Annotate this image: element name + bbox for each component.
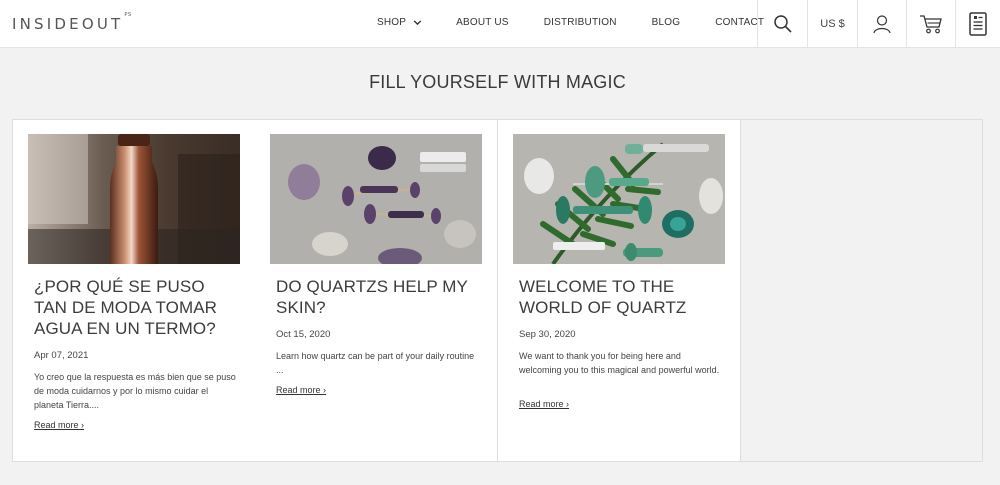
- post-title[interactable]: DO QUARTZS HELP MY SKIN?: [276, 276, 481, 318]
- read-more-link[interactable]: Read more ›: [519, 399, 569, 409]
- search-icon[interactable]: [773, 14, 793, 34]
- post-date: Oct 15, 2020: [276, 329, 331, 340]
- read-more-link[interactable]: Read more ›: [34, 420, 84, 430]
- post-excerpt: Yo creo que la respuesta es más bien que…: [34, 372, 236, 410]
- logo-text[interactable]: INSIDEOUT: [12, 15, 123, 33]
- nav-blog[interactable]: BLOG: [652, 17, 681, 28]
- currency-label[interactable]: US $: [820, 18, 844, 30]
- post-title[interactable]: WELCOME TO THE WORLD OF QUARTZ: [519, 276, 724, 318]
- post-excerpt: We want to thank you for being here and …: [519, 351, 720, 375]
- currency-selector[interactable]: US $: [807, 0, 857, 48]
- page-headline: FILL YOURSELF WITH MAGIC: [369, 72, 626, 92]
- logo-superscript: PS: [124, 12, 132, 18]
- post-excerpt: Learn how quartz can be part of your dai…: [276, 351, 475, 375]
- nav-blog-label[interactable]: BLOG: [652, 17, 681, 28]
- menu-list-button[interactable]: [955, 0, 1000, 48]
- brand-logo[interactable]: INSIDEOUTPS: [12, 12, 132, 33]
- nav-about-us-label[interactable]: ABOUT US: [456, 17, 509, 28]
- nav-distribution-label[interactable]: DISTRIBUTION: [544, 17, 617, 28]
- search-button[interactable]: [757, 0, 807, 48]
- nav-shop[interactable]: SHOP: [377, 17, 423, 28]
- cart-button[interactable]: [906, 0, 955, 48]
- account-button[interactable]: [857, 0, 906, 48]
- cart-icon[interactable]: [919, 13, 943, 35]
- post-date: Sep 30, 2020: [519, 329, 576, 340]
- blog-post-grid: ¿POR QUÉ SE PUSO TAN DE MODA TOMAR AGUA …: [12, 119, 983, 462]
- blog-card: WELCOME TO THE WORLD OF QUARTZ Sep 30, 2…: [498, 120, 741, 461]
- user-icon[interactable]: [872, 14, 892, 34]
- read-more-link[interactable]: Read more ›: [276, 385, 326, 395]
- site-header: INSIDEOUTPS SHOP ABOUT US DISTRIBUTION B…: [0, 0, 1000, 48]
- main-nav: SHOP ABOUT US DISTRIBUTION BLOG CONTACT: [377, 17, 764, 28]
- blog-card: ¿POR QUÉ SE PUSO TAN DE MODA TOMAR AGUA …: [13, 120, 256, 461]
- list-icon[interactable]: [969, 12, 987, 36]
- nav-shop-label[interactable]: SHOP: [377, 17, 406, 28]
- post-date: Apr 07, 2021: [34, 350, 89, 361]
- chevron-down-icon[interactable]: [412, 17, 423, 28]
- jade-rollers-photo[interactable]: [513, 134, 725, 264]
- amethyst-rollers-photo[interactable]: [270, 134, 482, 264]
- post-title[interactable]: ¿POR QUÉ SE PUSO TAN DE MODA TOMAR AGUA …: [34, 276, 239, 339]
- copper-bottle-photo[interactable]: [28, 134, 240, 264]
- blog-card: DO QUARTZS HELP MY SKIN? Oct 15, 2020 Le…: [255, 120, 498, 461]
- nav-about-us[interactable]: ABOUT US: [456, 17, 509, 28]
- nav-distribution[interactable]: DISTRIBUTION: [544, 17, 617, 28]
